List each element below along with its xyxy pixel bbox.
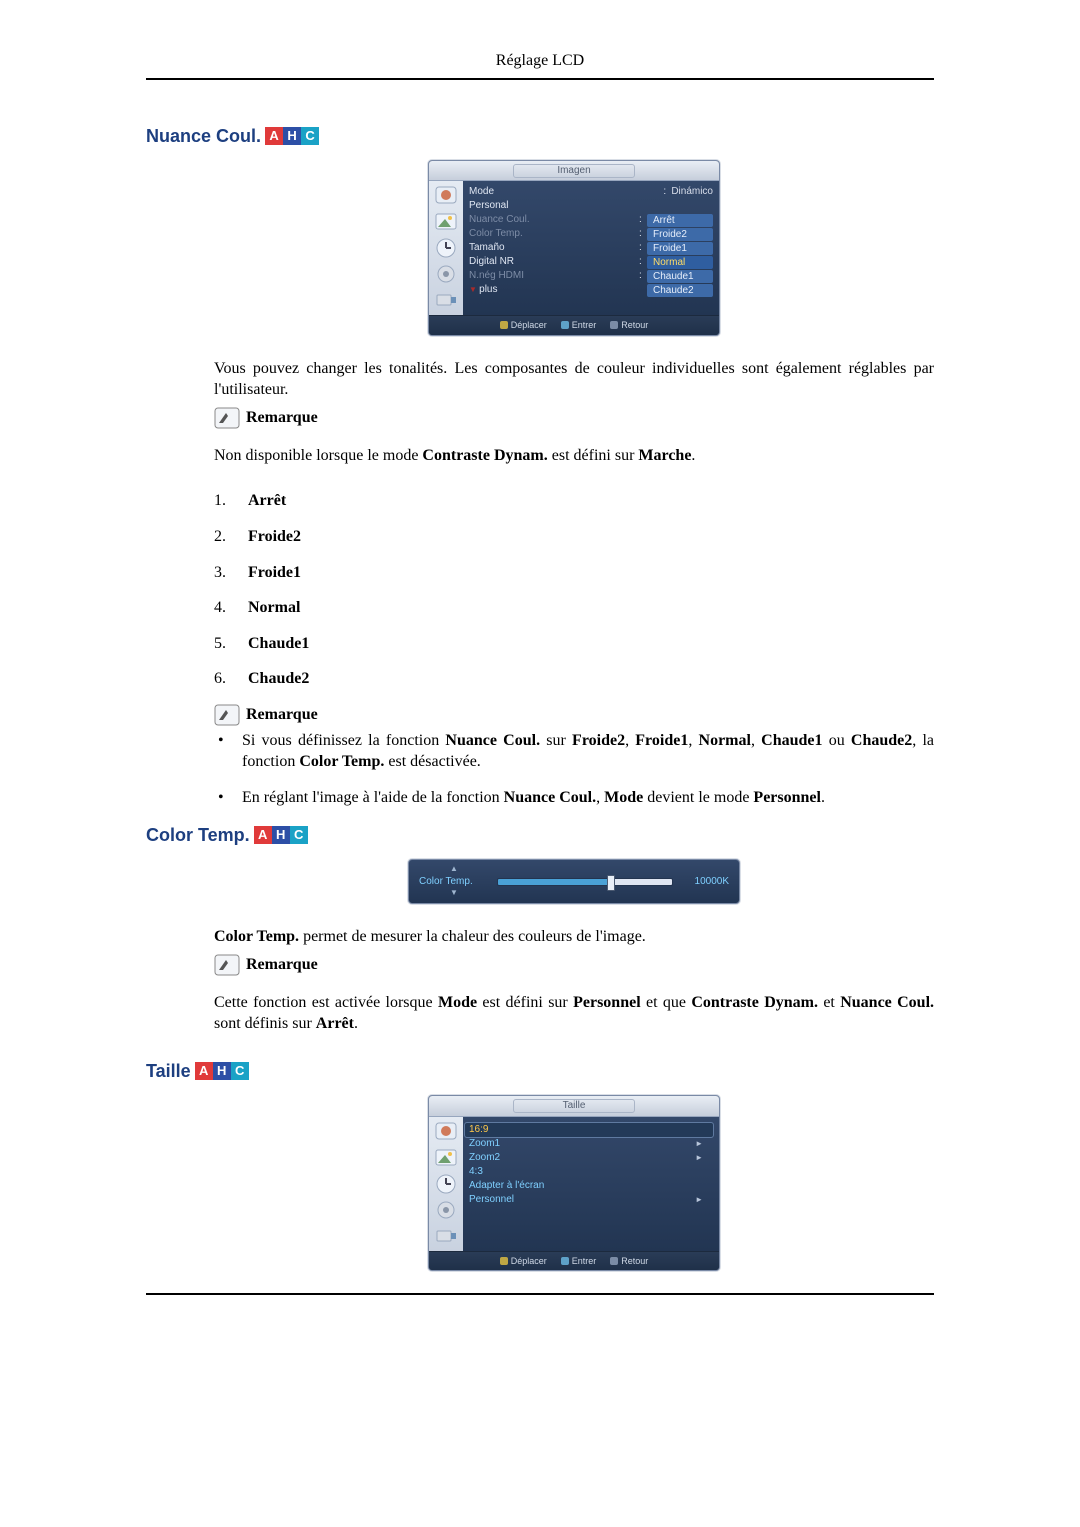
slider-value: 10000K [681,875,729,889]
pill-froide1[interactable]: Froide1 [647,242,713,255]
note-block: Remarque [214,407,934,429]
badge-h: H [272,826,290,844]
osd-side-icons [429,181,463,315]
slider-thumb[interactable] [607,875,615,891]
clock-icon [433,1171,459,1197]
osd-foot-enter: Entrer [561,1255,597,1267]
chevron-right-icon: ► [695,1193,703,1207]
list-item: En réglant l'image à l'aide de la foncti… [214,787,934,809]
osd-foot-move: Déplacer [500,319,547,331]
photo-icon [433,209,459,235]
chevron-down-icon: ▼ [419,888,489,899]
input-icon [433,1223,459,1249]
osd-imagen-title: Imagen [429,161,719,182]
taille-opt-16-9[interactable]: 16:9 [465,1123,713,1137]
list-item: Si vous définissez la fonction Nuance Co… [214,730,934,773]
list-item: 4.Normal [214,597,934,619]
nuance-intro: Vous pouvez changer les tonalités. Les c… [214,358,934,401]
osd-row-nuance[interactable]: Nuance Coul. : Arrêt [469,213,713,227]
osd-row-nneghdmi[interactable]: N.nég HDMI : Chaude1 [469,269,713,283]
heading-nuance-coul: Nuance Coul. A H C [146,124,934,148]
note-block: Remarque [214,704,934,726]
note-label: Remarque [246,954,318,976]
badge-c: C [231,1062,249,1080]
gear-icon [433,261,459,287]
osd-foot-enter: Entrer [561,319,597,331]
taille-opt-4-3[interactable]: 4:3 [469,1165,713,1179]
taille-opt-zoom2[interactable]: Zoom2► [469,1151,713,1165]
pill-chaude1[interactable]: Chaude1 [647,270,713,283]
chevron-right-icon: ► [695,1137,703,1151]
osd-row-personal[interactable]: Personal [469,199,713,213]
page-title: Réglage LCD [146,50,934,80]
photo-icon [433,1145,459,1171]
input-icon [433,287,459,313]
note-label: Remarque [246,407,318,429]
clock-icon [433,235,459,261]
heading-color-temp-text: Color Temp. [146,823,250,847]
ahc-badge: A H C [265,127,319,145]
nuance-options-list: 1.Arrêt 2.Froide2 3.Froide1 4.Normal 5.C… [214,490,934,690]
badge-a: A [254,826,272,844]
osd-row-tamano[interactable]: Tamaño : Froide1 [469,241,713,255]
ahc-badge: A H C [254,826,308,844]
osd-taille-panel: Taille [428,1095,720,1271]
heading-taille: Taille A H C [146,1059,934,1083]
heading-color-temp: Color Temp. A H C [146,823,934,847]
slider-track[interactable] [497,878,673,886]
slider-label: Color Temp. [419,875,489,889]
osd-row-plus[interactable]: plus Chaude2 [469,283,713,297]
picture-icon [433,1119,459,1145]
badge-c: C [290,826,308,844]
list-item: 3.Froide1 [214,562,934,584]
colortemp-note: Cette fonction est activée lorsque Mode … [214,992,934,1035]
list-item: 6.Chaude2 [214,668,934,690]
badge-a: A [195,1062,213,1080]
note-label: Remarque [246,704,318,726]
heading-taille-text: Taille [146,1059,191,1083]
pill-arret[interactable]: Arrêt [647,214,713,227]
taille-opt-fit[interactable]: Adapter à l'écran [469,1179,713,1193]
osd-foot-back: Retour [610,1255,648,1267]
osd-imagen-panel: Imagen [428,160,720,336]
badge-h: H [213,1062,231,1080]
gear-icon [433,1197,459,1223]
osd-footer: Déplacer Entrer Retour [429,315,719,334]
list-item: 1.Arrêt [214,490,934,512]
note1-text: Non disponible lorsque le mode Contraste… [214,445,934,467]
footer-rule [146,1293,934,1295]
badge-c: C [301,127,319,145]
pill-chaude2[interactable]: Chaude2 [647,284,713,297]
osd-foot-move: Déplacer [500,1255,547,1267]
note-icon [214,407,240,429]
ahc-badge: A H C [195,1062,249,1080]
pill-froide2[interactable]: Froide2 [647,228,713,241]
osd-row-digitalnr[interactable]: Digital NR : Normal [469,255,713,269]
osd-colortemp-slider[interactable]: ▲ Color Temp. ▼ 10000K [408,859,740,904]
note-icon [214,704,240,726]
heading-nuance-coul-text: Nuance Coul. [146,124,261,148]
badge-h: H [283,127,301,145]
chevron-up-icon: ▲ [419,864,489,875]
note-icon [214,954,240,976]
colortemp-desc: Color Temp. permet de mesurer la chaleur… [214,926,934,948]
list-item: 2.Froide2 [214,526,934,548]
taille-opt-zoom1[interactable]: Zoom1► [469,1137,713,1151]
picture-icon [433,183,459,209]
pill-normal[interactable]: Normal [647,256,713,269]
list-item: 5.Chaude1 [214,633,934,655]
chevron-right-icon: ► [695,1151,703,1165]
note-block: Remarque [214,954,934,976]
badge-a: A [265,127,283,145]
osd-taille-title: Taille [429,1096,719,1117]
osd-foot-back: Retour [610,319,648,331]
osd-row-mode[interactable]: Mode : Dinámico [469,185,713,199]
osd-side-icons [429,1117,463,1251]
nuance-notes-bullets: Si vous définissez la fonction Nuance Co… [214,730,934,809]
osd-footer: Déplacer Entrer Retour [429,1251,719,1270]
osd-row-colortemp[interactable]: Color Temp. : Froide2 [469,227,713,241]
taille-opt-personnel[interactable]: Personnel► [469,1193,713,1207]
